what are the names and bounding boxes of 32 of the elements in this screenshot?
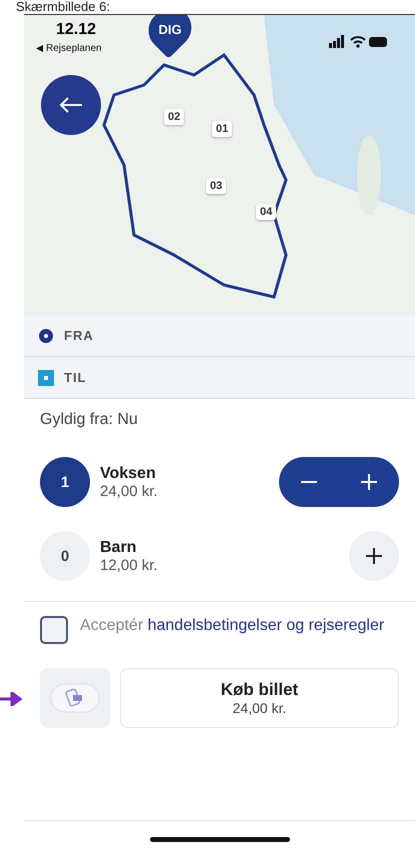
plus-button[interactable] [349,531,399,581]
route-field-label[interactable]: TIL [64,370,86,385]
left-arrow-icon [59,96,83,114]
back-triangle-icon [36,45,43,52]
terms-checkbox[interactable] [40,616,68,644]
passenger-price: 12,00 kr. [100,556,159,574]
zone-label: 01 [212,121,232,137]
phone-card-icon [50,683,100,713]
plus-icon [364,546,384,566]
back-to-app-link[interactable]: Rejseplanen [36,43,102,54]
zone-label: 03 [206,178,226,194]
buy-ticket-button[interactable]: Køb billet 24,00 kr. [120,668,399,728]
plus-icon [359,472,379,492]
minus-icon [301,481,317,483]
passenger-type: Voksen [100,464,157,482]
status-time: 12.12 [56,21,96,39]
passenger-price: 24,00 kr. [100,482,159,500]
payment-tile[interactable] [40,668,110,728]
passenger-type: Barn [100,538,138,556]
terms-link[interactable]: handelsbetingelser og rejseregler [148,617,384,634]
origin-dot-icon [38,328,54,344]
destination-square-icon [38,370,54,386]
status-icons [329,35,389,49]
valid-from-text: Gyldig fra: Nu [40,411,139,429]
pointer-arrow-icon [0,692,22,706]
passenger-count: 0 [40,531,90,581]
passenger-count: 1 [40,457,90,507]
route-field-label[interactable]: FRA [64,328,94,343]
document-caption: Skærmbillede 6: [15,0,111,14]
zone-label: 02 [164,109,184,125]
terms-text: Acceptér handelsbetingelser og rejseregler [80,616,386,636]
zone-label: 04 [256,204,276,220]
